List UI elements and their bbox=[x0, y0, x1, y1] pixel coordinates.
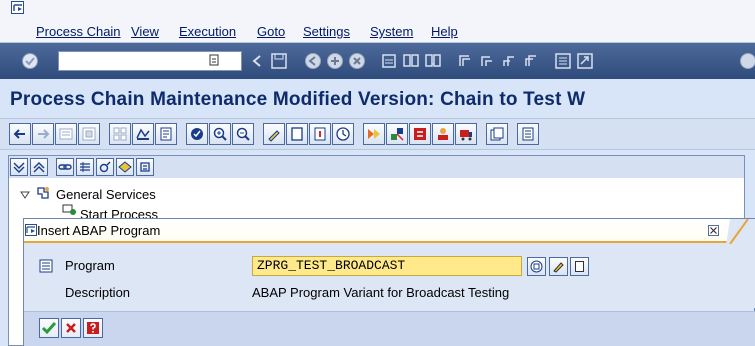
help-question-icon[interactable] bbox=[83, 318, 103, 338]
dialog-title-corner bbox=[726, 219, 755, 245]
save-icon[interactable] bbox=[268, 50, 290, 72]
variant-icon[interactable] bbox=[116, 158, 134, 176]
documentation-icon[interactable] bbox=[155, 123, 177, 145]
previous-page-icon[interactable] bbox=[476, 50, 498, 72]
create-session-icon[interactable] bbox=[552, 50, 574, 72]
link-icon[interactable] bbox=[56, 158, 74, 176]
process-type-folder-icon bbox=[36, 186, 50, 203]
display-variant-icon[interactable] bbox=[570, 257, 589, 276]
check-icon[interactable] bbox=[186, 123, 208, 145]
command-field-dropdown-icon[interactable] bbox=[207, 52, 221, 68]
filter-icon[interactable] bbox=[76, 158, 94, 176]
debug-icon[interactable] bbox=[409, 123, 431, 145]
back-icon[interactable] bbox=[302, 50, 324, 72]
change-variant-icon[interactable] bbox=[549, 257, 568, 276]
menu-process-chain[interactable]: Process Chain bbox=[36, 24, 121, 39]
field-marker-icon bbox=[39, 259, 53, 273]
tree-node-start-process[interactable]: Start Process bbox=[62, 204, 158, 218]
help-icon[interactable] bbox=[737, 50, 755, 72]
settings-icon[interactable] bbox=[96, 158, 114, 176]
collapse-all-icon[interactable] bbox=[30, 158, 48, 176]
zoom-in-icon[interactable] bbox=[209, 123, 231, 145]
collapse-triangle-icon[interactable] bbox=[20, 187, 30, 202]
change-icon[interactable] bbox=[78, 123, 100, 145]
close-icon[interactable] bbox=[708, 225, 719, 236]
dialog-footer bbox=[24, 311, 755, 346]
program-input[interactable]: ZPRG_TEST_BROADCAST bbox=[252, 256, 522, 276]
menu-system[interactable]: System bbox=[370, 24, 413, 39]
print-icon[interactable] bbox=[378, 50, 400, 72]
cancel-x-icon[interactable] bbox=[61, 318, 81, 338]
transport-request-icon[interactable] bbox=[455, 123, 477, 145]
activate-icon[interactable] bbox=[363, 123, 385, 145]
attributes-icon[interactable] bbox=[386, 123, 408, 145]
document-icon[interactable] bbox=[136, 158, 154, 176]
menu-goto[interactable]: Goto bbox=[257, 24, 285, 39]
info-icon[interactable] bbox=[309, 123, 331, 145]
program-label: Program bbox=[65, 258, 115, 273]
new-icon[interactable] bbox=[286, 123, 308, 145]
schedule-icon[interactable] bbox=[332, 123, 354, 145]
system-menu-icon[interactable] bbox=[11, 1, 25, 15]
zoom-out-icon[interactable] bbox=[232, 123, 254, 145]
find-icon[interactable] bbox=[400, 50, 422, 72]
tree-node-general-services[interactable]: General Services bbox=[20, 186, 156, 202]
menu-settings[interactable]: Settings bbox=[303, 24, 350, 39]
enter-icon[interactable] bbox=[19, 50, 41, 72]
start-process-icon bbox=[62, 204, 76, 218]
description-label: Description bbox=[65, 285, 131, 300]
display-icon[interactable] bbox=[55, 123, 77, 145]
last-page-icon[interactable] bbox=[520, 50, 542, 72]
shortcut-icon[interactable] bbox=[574, 50, 596, 72]
next-page-icon[interactable] bbox=[498, 50, 520, 72]
menu-help[interactable]: Help bbox=[431, 24, 458, 39]
dialog-title: Insert ABAP Program bbox=[37, 223, 161, 238]
expand-all-icon[interactable] bbox=[10, 158, 28, 176]
dialog-icon bbox=[25, 224, 37, 236]
menu-execution[interactable]: Execution bbox=[179, 24, 236, 39]
cancel-icon[interactable] bbox=[346, 50, 368, 72]
log-icon[interactable] bbox=[517, 123, 539, 145]
first-page-icon[interactable] bbox=[454, 50, 476, 72]
back-icon[interactable] bbox=[9, 123, 31, 145]
find-next-icon[interactable] bbox=[422, 50, 444, 72]
create-variant-icon[interactable] bbox=[527, 257, 546, 276]
back-arrow-icon[interactable] bbox=[246, 50, 268, 72]
layout-icon[interactable] bbox=[486, 123, 508, 145]
tree-node-label: General Services bbox=[56, 186, 156, 202]
tree-node-label: Start Process bbox=[80, 206, 159, 219]
transport-icon[interactable] bbox=[132, 123, 154, 145]
exit-icon[interactable] bbox=[324, 50, 346, 72]
confirm-checkmark-icon[interactable] bbox=[39, 318, 59, 338]
page-title: Process Chain Maintenance Modified Versi… bbox=[10, 89, 586, 110]
forward-icon[interactable] bbox=[32, 123, 54, 145]
edit-icon[interactable] bbox=[263, 123, 285, 145]
overview-icon[interactable] bbox=[109, 123, 131, 145]
users-icon[interactable] bbox=[432, 123, 454, 145]
description-value: ABAP Program Variant for Broadcast Testi… bbox=[252, 285, 510, 300]
menu-view[interactable]: View bbox=[131, 24, 159, 39]
